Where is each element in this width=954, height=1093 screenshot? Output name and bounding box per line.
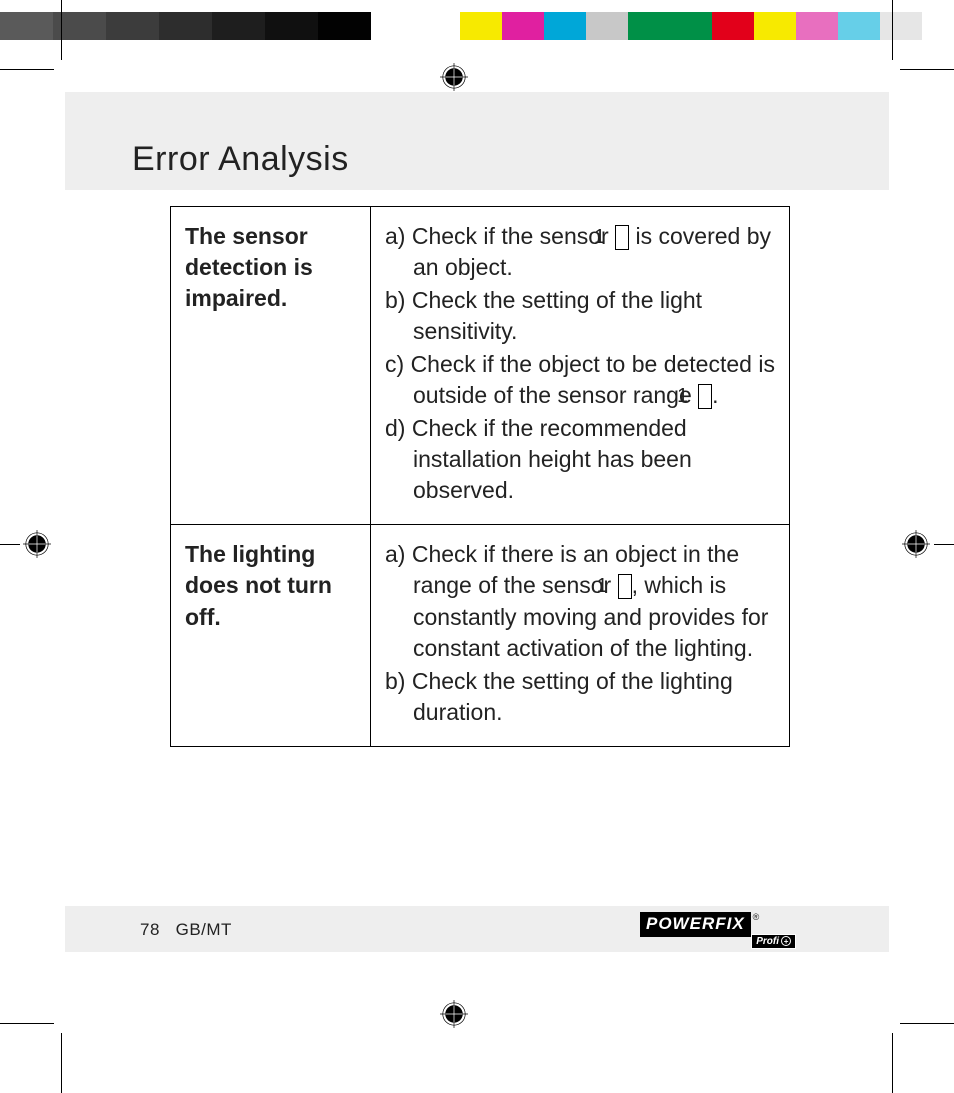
solution-line: a) Check if there is an object in the ra… [385,539,777,663]
color-swatch [460,12,502,40]
crop-tick [61,1033,62,1093]
color-swatch [754,12,796,40]
color-swatch [502,12,544,40]
color-swatch [628,12,670,40]
crop-tick [900,1023,954,1024]
crop-tick [0,1023,54,1024]
color-swatch [880,12,922,40]
brand-logo: POWERFIX ® Profi+ [640,912,790,948]
color-swatch [106,12,159,40]
crop-tick [0,69,54,70]
brand-subline: Profi [756,936,779,947]
color-swatch [0,12,53,40]
reference-number-box: 1 [698,384,712,409]
reference-number-box: 1 [618,574,632,599]
error-table: The sensor detection is impaired.a) Chec… [170,206,790,747]
table-row: The lighting does not turn off.a) Check … [171,525,790,746]
solution-line: b) Check the setting of the light sensit… [385,285,777,347]
solution-line: d) Check if the recommended installation… [385,413,777,506]
solution-line: b) Check the setting of the lighting dur… [385,666,777,728]
crop-tick [892,1033,893,1093]
registered-mark-icon: ® [753,912,760,922]
crop-tick [61,0,62,60]
registration-mark-icon [23,530,51,558]
calibration-strip [0,12,954,40]
color-swatch [712,12,754,40]
color-swatch [586,12,628,40]
solution-cell: a) Check if the sensor 1 is covered by a… [371,207,790,525]
color-swatch [670,12,712,40]
registration-mark-icon [440,1000,468,1028]
crop-tick [892,0,893,60]
reference-number-box: 1 [615,225,629,250]
problem-cell: The sensor detection is impaired. [171,207,371,525]
color-swatch [371,12,424,40]
color-swatch [265,12,318,40]
registration-mark-icon [440,63,468,91]
solution-cell: a) Check if there is an object in the ra… [371,525,790,746]
color-swatch [796,12,838,40]
color-swatch [318,12,371,40]
footer-text: 78 GB/MT [140,920,232,940]
color-swatch [212,12,265,40]
crop-tick [0,544,20,545]
crop-tick [934,544,954,545]
problem-cell: The lighting does not turn off. [171,525,371,746]
page-region: GB/MT [176,920,232,939]
color-swatch [838,12,880,40]
brand-name: POWERFIX [646,914,745,933]
registration-mark-icon [902,530,930,558]
solution-line: c) Check if the object to be detected is… [385,349,777,411]
page-number: 78 [140,920,160,939]
plus-icon: + [781,936,791,946]
color-swatch [544,12,586,40]
crop-tick [900,69,954,70]
color-swatch [159,12,212,40]
solution-line: a) Check if the sensor 1 is covered by a… [385,221,777,283]
page-title: Error Analysis [132,140,349,179]
table-row: The sensor detection is impaired.a) Chec… [171,207,790,525]
